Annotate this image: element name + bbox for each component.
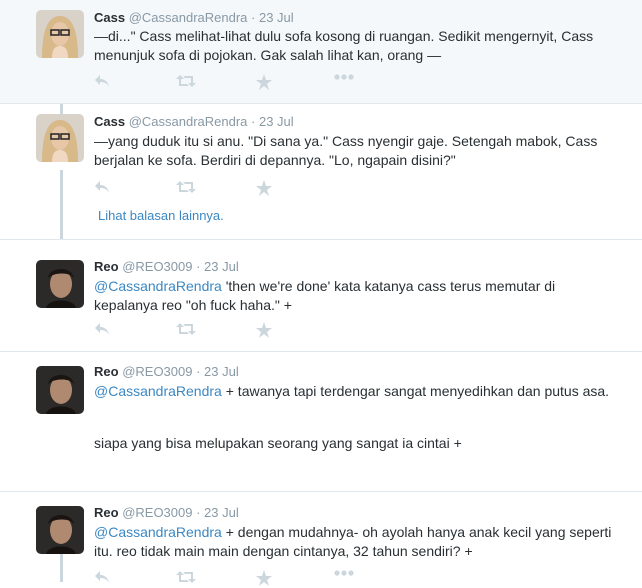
separator: ·	[192, 259, 205, 274]
reply-icon[interactable]	[94, 570, 116, 588]
tweet-text: —di..." Cass melihat-lihat dulu sofa kos…	[94, 28, 594, 63]
tweet-text: @CassandraRendra + tawanya tapi terdenga…	[94, 382, 614, 401]
favorite-icon[interactable]	[256, 180, 278, 198]
retweet-icon[interactable]	[176, 322, 198, 340]
favorite-icon[interactable]	[256, 74, 278, 92]
user-handle[interactable]: @CassandraRendra	[129, 114, 248, 129]
tweet-item[interactable]: Reo @REO3009 · 23 Jul @CassandraRendra '…	[0, 240, 642, 352]
tweet-header: Cass @CassandraRendra · 23 Jul	[94, 114, 294, 129]
tweet-text: @CassandraRendra 'then we're done' kata …	[94, 277, 614, 315]
avatar[interactable]	[36, 10, 84, 58]
user-handle[interactable]: @CassandraRendra	[129, 10, 248, 25]
avatar[interactable]	[36, 260, 84, 308]
reply-icon[interactable]	[94, 322, 116, 340]
user-handle[interactable]: @REO3009	[122, 259, 192, 274]
tweet-item[interactable]: Reo @REO3009 · 23 Jul @CassandraRendra +…	[0, 492, 642, 586]
user-name[interactable]: Reo	[94, 364, 119, 379]
separator: ·	[247, 10, 259, 25]
more-replies-link[interactable]: Lihat balasan lainnya.	[98, 208, 224, 223]
retweet-icon[interactable]	[176, 74, 198, 92]
tweet-item[interactable]: Cass @CassandraRendra · 23 Jul —di..." C…	[0, 0, 642, 104]
retweet-icon[interactable]	[176, 180, 198, 198]
tweet-time[interactable]: 23 Jul	[204, 364, 239, 379]
separator: ·	[192, 505, 205, 520]
avatar[interactable]	[36, 366, 84, 414]
tweet-actions	[94, 74, 374, 92]
retweet-icon[interactable]	[176, 570, 198, 588]
user-name[interactable]: Cass	[94, 10, 125, 25]
reply-icon[interactable]	[94, 180, 116, 198]
avatar[interactable]	[36, 506, 84, 554]
more-icon[interactable]	[334, 570, 356, 588]
mention-link[interactable]: @CassandraRendra	[94, 524, 222, 540]
tweet-time[interactable]: 23 Jul	[204, 505, 239, 520]
tweet-header: Reo @REO3009 · 23 Jul	[94, 505, 239, 520]
tweet-header: Cass @CassandraRendra · 23 Jul	[94, 10, 294, 25]
tweet-item[interactable]: Reo @REO3009 · 23 Jul @CassandraRendra +…	[0, 352, 642, 492]
user-handle[interactable]: @REO3009	[122, 364, 192, 379]
more-icon[interactable]	[334, 74, 356, 92]
tweet-actions	[94, 570, 374, 588]
tweet-text-paragraph: siapa yang bisa melupakan seorang yang s…	[94, 435, 462, 451]
user-handle[interactable]: @REO3009	[122, 505, 192, 520]
tweet-text: —yang duduk itu si anu. "Di sana ya." Ca…	[94, 133, 598, 168]
mention-link[interactable]: @CassandraRendra	[94, 278, 222, 294]
favorite-icon[interactable]	[256, 322, 278, 340]
separator: ·	[192, 364, 205, 379]
tweet-time[interactable]: 23 Jul	[204, 259, 239, 274]
tweet-header: Reo @REO3009 · 23 Jul	[94, 364, 239, 379]
separator: ·	[247, 114, 259, 129]
user-name[interactable]: Reo	[94, 505, 119, 520]
tweet-text: @CassandraRendra + dengan mudahnya- oh a…	[94, 523, 614, 561]
user-name[interactable]: Reo	[94, 259, 119, 274]
tweet-time[interactable]: 23 Jul	[259, 114, 294, 129]
tweet-actions	[94, 180, 374, 198]
tweet-time[interactable]: 23 Jul	[259, 10, 294, 25]
avatar[interactable]	[36, 114, 84, 162]
tweet-header: Reo @REO3009 · 23 Jul	[94, 259, 239, 274]
tweet-item[interactable]: Cass @CassandraRendra · 23 Jul —yang dud…	[0, 104, 642, 240]
user-name[interactable]: Cass	[94, 114, 125, 129]
favorite-icon[interactable]	[256, 570, 278, 588]
tweet-actions	[94, 322, 374, 340]
reply-icon[interactable]	[94, 74, 116, 92]
tweet-text-body: + tawanya tapi terdengar sangat menyedih…	[221, 383, 610, 399]
mention-link[interactable]: @CassandraRendra	[94, 383, 222, 399]
